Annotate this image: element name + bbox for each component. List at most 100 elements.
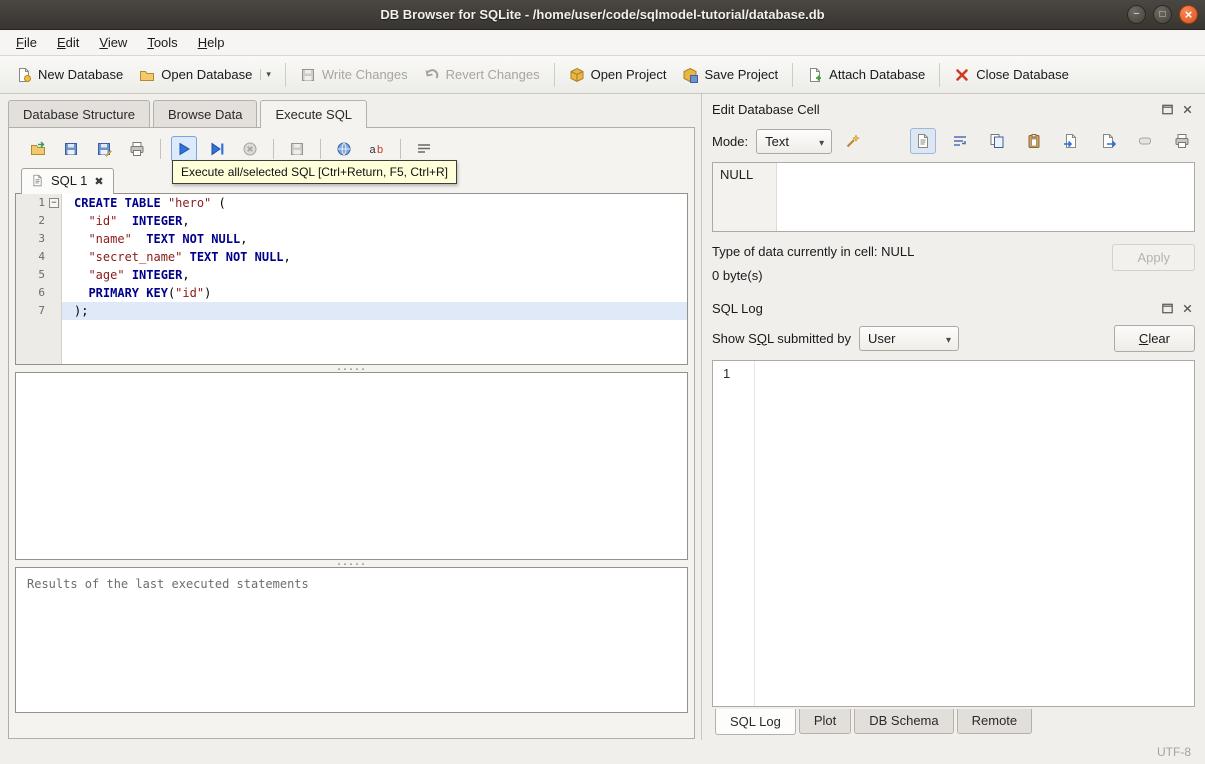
menu-tools[interactable]: Tools: [137, 30, 187, 55]
tab-db-schema[interactable]: DB Schema: [854, 709, 954, 734]
set-null-button[interactable]: [1132, 128, 1158, 154]
line-number: 3: [38, 232, 45, 245]
browse-table-button[interactable]: [331, 136, 357, 162]
chevron-down-icon: [819, 134, 824, 149]
tab-sql-1[interactable]: SQL 1: [21, 168, 114, 194]
line-number: 5: [38, 268, 45, 281]
sql-filter-select[interactable]: User: [859, 325, 959, 351]
main-toolbar: New Database Open Database Write Changes Re…: [0, 56, 1205, 94]
copy-cell-icon: [989, 133, 1005, 149]
mode-text-button[interactable]: [910, 128, 936, 154]
auto-switch-mode-button[interactable]: [840, 128, 866, 154]
edit-cell-close-icon[interactable]: [1180, 102, 1195, 117]
sql-log-close-icon[interactable]: [1180, 301, 1195, 316]
new-database-icon: [16, 67, 32, 83]
line-number: 1−: [16, 194, 61, 212]
word-wrap-button[interactable]: [411, 136, 437, 162]
title-bar[interactable]: DB Browser for SQLite - /home/user/code/…: [0, 0, 1205, 30]
copy-cell-button[interactable]: [984, 128, 1010, 154]
export-results-icon: [289, 141, 305, 157]
sql-log-title: SQL Log: [712, 300, 763, 316]
svg-text:b: b: [377, 144, 383, 156]
tab-sql-log[interactable]: SQL Log: [715, 709, 796, 735]
results-message-pane[interactable]: Results of the last executed statements: [15, 567, 688, 713]
save-sql-file-as-icon: [96, 141, 112, 157]
sql-log-float-icon[interactable]: [1160, 301, 1175, 316]
line-number: 7: [38, 304, 45, 317]
edit-cell-float-icon[interactable]: [1160, 102, 1175, 117]
word-wrap-icon: [416, 141, 432, 157]
cell-editor-body[interactable]: [777, 163, 1194, 231]
tab-execute-sql[interactable]: Execute SQL: [260, 100, 368, 128]
editor-gutter: 1− 2 3 4 5 6 7: [16, 194, 62, 364]
close-tab-icon[interactable]: [94, 173, 103, 188]
set-null-icon: [1137, 133, 1153, 149]
tab-database-structure[interactable]: Database Structure: [8, 100, 151, 127]
export-cell-data-button[interactable]: [1095, 128, 1121, 154]
sql-editor[interactable]: 1− 2 3 4 5 6 7 CREATE TABLE "hero" ( "id" INTE…: [15, 193, 688, 365]
print-sql-button[interactable]: [124, 136, 150, 162]
stop-execution-button[interactable]: [237, 136, 263, 162]
apply-button[interactable]: Apply: [1112, 244, 1195, 271]
execute-current-line-icon: [209, 141, 225, 157]
menu-help[interactable]: Help: [188, 30, 235, 55]
word-wrap-cell-button[interactable]: [947, 128, 973, 154]
line-number: 2: [38, 214, 45, 227]
close-button[interactable]: [1179, 5, 1198, 24]
attach-database-button[interactable]: Attach Database: [799, 62, 933, 88]
save-project-button[interactable]: Save Project: [674, 62, 786, 88]
paste-cell-button[interactable]: [1021, 128, 1047, 154]
mode-text-icon: [915, 133, 931, 149]
write-changes-button[interactable]: Write Changes: [292, 62, 416, 88]
browse-table-icon: [336, 141, 352, 157]
close-database-button[interactable]: Close Database: [946, 62, 1077, 88]
open-project-icon: [569, 67, 585, 83]
print-cell-button[interactable]: [1169, 128, 1195, 154]
sql-file-icon: [31, 174, 44, 187]
toolbar-separator: [553, 62, 555, 87]
save-project-icon: [682, 67, 699, 83]
open-database-button[interactable]: Open Database: [131, 62, 279, 88]
splitter-editor-results[interactable]: [15, 365, 688, 372]
maximize-button[interactable]: [1153, 5, 1172, 24]
editor-code[interactable]: CREATE TABLE "hero" ( "id" INTEGER, "nam…: [62, 194, 687, 364]
cell-editor[interactable]: NULL: [712, 162, 1195, 232]
fold-marker[interactable]: −: [49, 198, 59, 208]
open-sql-file-button[interactable]: [25, 136, 51, 162]
save-sql-file-as-button[interactable]: [91, 136, 117, 162]
toolbar-button-label: New Database: [38, 67, 124, 82]
execute-current-line-button[interactable]: [204, 136, 230, 162]
toolbar-separator: [792, 62, 794, 87]
toolbar-separator: [400, 139, 401, 159]
tab-browse-data[interactable]: Browse Data: [153, 100, 258, 127]
splitter-results-messages[interactable]: [15, 560, 688, 567]
execute-all-button[interactable]: [171, 136, 197, 162]
dropdown-arrow-icon[interactable]: [260, 69, 271, 80]
revert-changes-button[interactable]: Revert Changes: [416, 62, 548, 88]
sql-log-view[interactable]: 1: [712, 360, 1195, 707]
results-grid[interactable]: [15, 372, 688, 560]
tab-plot[interactable]: Plot: [798, 709, 852, 734]
menu-file[interactable]: File: [6, 30, 47, 55]
execute-all-icon: [176, 141, 192, 157]
mode-label: Mode:: [712, 133, 749, 149]
find-replace-button[interactable]: ab: [364, 136, 390, 162]
dock-tab-bar: SQL Log Plot DB Schema Remote: [712, 707, 1195, 736]
print-sql-icon: [129, 141, 145, 157]
minimize-button[interactable]: [1127, 5, 1146, 24]
menu-view[interactable]: View: [89, 30, 137, 55]
sql-log-body[interactable]: [755, 361, 1194, 706]
print-cell-icon: [1174, 133, 1190, 149]
tab-remote[interactable]: Remote: [956, 709, 1033, 734]
menu-edit[interactable]: Edit: [47, 30, 89, 55]
cell-value: NULL: [720, 167, 754, 182]
export-results-button[interactable]: [284, 136, 310, 162]
paste-cell-icon: [1026, 133, 1042, 149]
import-cell-data-icon: [1063, 133, 1079, 149]
new-database-button[interactable]: New Database: [8, 62, 131, 88]
save-sql-file-button[interactable]: [58, 136, 84, 162]
clear-button[interactable]: Clear: [1113, 324, 1195, 352]
import-cell-data-button[interactable]: [1058, 128, 1084, 154]
mode-select[interactable]: Text: [756, 128, 833, 154]
open-project-button[interactable]: Open Project: [561, 62, 675, 88]
